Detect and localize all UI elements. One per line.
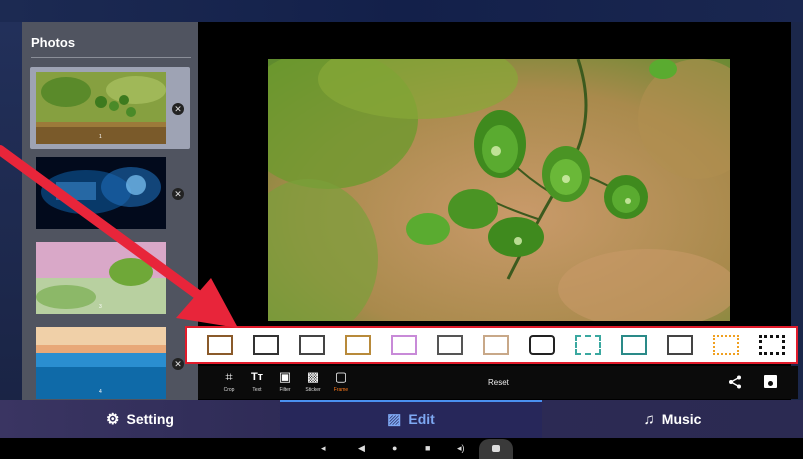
sidebar-title: Photos	[31, 35, 76, 50]
frame-option-2[interactable]	[253, 335, 279, 355]
pink-flowers-thumb: 3	[36, 242, 166, 314]
save-icon[interactable]	[764, 375, 777, 388]
share-icon[interactable]	[728, 375, 742, 392]
music-icon: ♫	[643, 410, 655, 428]
frame-option-5[interactable]	[391, 335, 417, 355]
sticker-label: Sticker	[305, 387, 321, 393]
frame-option-10[interactable]	[621, 335, 647, 355]
crop-label: Crop	[223, 387, 235, 393]
svg-text:4: 4	[99, 389, 102, 395]
bottom-tab-bar: ⚙ Setting ▨ Edit ♫ Music	[0, 400, 803, 438]
photo-thumb-3[interactable]: 3	[30, 237, 190, 319]
text-icon: Tт	[250, 371, 264, 383]
frame-button[interactable]: ▢ Frame	[328, 369, 354, 394]
svg-text:1: 1	[99, 134, 102, 140]
tab-music[interactable]: ♫ Music	[542, 400, 803, 438]
photo-thumb-4[interactable]: 4 ✕	[30, 322, 190, 404]
back-icon[interactable]: ◀	[358, 443, 365, 454]
active-tab-indicator	[280, 400, 542, 402]
filter-button[interactable]: ▣ Filter	[272, 369, 298, 394]
screen: Photos 1 ✕ ✕ 3 4 ✕ ⌗ Crop Tт Text ▣ Filt…	[0, 0, 803, 459]
status-strip	[0, 0, 803, 22]
frame-label: Frame	[333, 387, 349, 393]
reset-button[interactable]: Reset	[488, 378, 509, 387]
photo-thumb-1[interactable]: 1 ✕	[30, 67, 190, 149]
frame-option-7[interactable]	[483, 335, 509, 355]
screenshot-icon[interactable]	[479, 439, 513, 459]
filter-label: Filter	[279, 387, 291, 393]
tab-setting[interactable]: ⚙ Setting	[0, 400, 280, 438]
photos-sidebar: Photos 1 ✕ ✕ 3 4 ✕	[22, 22, 198, 400]
crop-icon: ⌗	[225, 369, 233, 384]
delete-photo-icon[interactable]: ✕	[172, 188, 184, 200]
frame-icon: ▢	[334, 369, 348, 384]
volume-down-icon[interactable]: ◂	[321, 443, 326, 454]
text-button[interactable]: Tт Text	[244, 370, 270, 393]
frame-option-4[interactable]	[345, 335, 371, 355]
tab-setting-label: Setting	[126, 411, 174, 427]
delete-photo-icon[interactable]: ✕	[172, 358, 184, 370]
left-edge	[0, 22, 22, 400]
system-nav-bar: ◂ ◀ ● ■ ◂)	[0, 438, 803, 459]
tab-edit-label: Edit	[408, 411, 435, 427]
sticker-icon: ▩	[306, 369, 320, 384]
frame-option-6[interactable]	[437, 335, 463, 355]
home-icon[interactable]: ●	[392, 443, 397, 453]
edit-toolbar: ⌗ Crop Tт Text ▣ Filter ▩ Sticker ▢ Fram…	[198, 366, 798, 399]
frame-option-9[interactable]	[575, 335, 601, 355]
filter-icon: ▣	[278, 369, 292, 384]
frame-option-1[interactable]	[207, 335, 233, 355]
frame-option-8[interactable]	[529, 335, 555, 355]
tab-music-label: Music	[661, 411, 702, 427]
svg-text:3: 3	[99, 304, 102, 310]
recents-icon[interactable]: ■	[425, 443, 430, 453]
divider	[31, 57, 191, 58]
photo-preview	[268, 59, 730, 321]
green-leaves-thumb: 1	[36, 72, 166, 144]
text-label: Text	[252, 387, 262, 393]
blue-particles-thumb	[36, 157, 166, 229]
volume-up-icon[interactable]: ◂)	[457, 443, 465, 454]
frame-option-11[interactable]	[667, 335, 693, 355]
frame-option-13[interactable]	[759, 335, 785, 355]
crop-button[interactable]: ⌗ Crop	[216, 369, 242, 394]
frame-option-3[interactable]	[299, 335, 325, 355]
frame-options-strip	[185, 326, 798, 364]
ocean-sunset-thumb: 4	[36, 327, 166, 399]
image-icon: ▨	[387, 411, 402, 428]
delete-photo-icon[interactable]: ✕	[172, 103, 184, 115]
gear-icon: ⚙	[106, 411, 120, 428]
tab-edit[interactable]: ▨ Edit	[280, 400, 542, 438]
frame-option-12[interactable]	[713, 335, 739, 355]
sticker-button[interactable]: ▩ Sticker	[300, 369, 326, 394]
photo-thumb-2[interactable]: ✕	[30, 152, 190, 234]
